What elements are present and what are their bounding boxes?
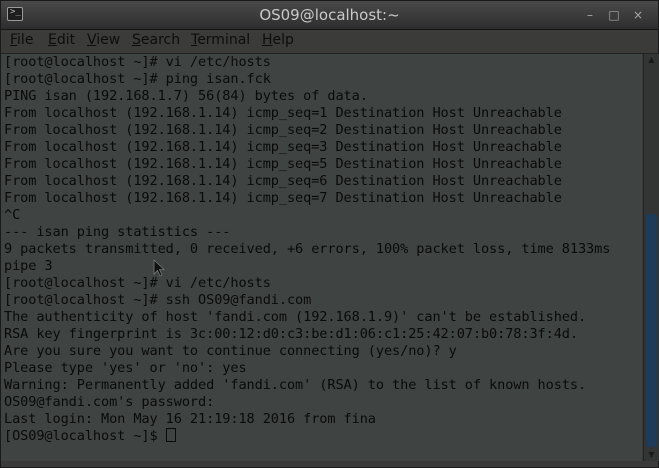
menu-terminal[interactable]: Terminal (191, 32, 250, 48)
terminal-line: From localhost (192.168.1.14) icmp_seq=5… (4, 156, 562, 172)
menu-search[interactable]: Search (132, 32, 180, 48)
terminal-output[interactable]: [root@localhost ~]# vi /etc/hosts [root@… (1, 54, 642, 461)
menu-search-label: earch (140, 32, 181, 48)
terminal-line: [root@localhost ~]# vi /etc/hosts (4, 275, 271, 291)
terminal-line: PING isan (192.168.1.7) 56(84) bytes of … (4, 88, 368, 104)
scroll-up-arrow-icon[interactable]: ▲ (644, 54, 659, 66)
terminal-line: From localhost (192.168.1.14) icmp_seq=3… (4, 139, 562, 155)
terminal-line: OS09@fandi.com's password: (4, 394, 215, 410)
terminal-line: From localhost (192.168.1.14) icmp_seq=1… (4, 105, 562, 121)
terminal-line: --- isan ping statistics --- (4, 224, 231, 240)
menu-help-accel: H (262, 32, 273, 48)
menu-file[interactable]: File (10, 32, 33, 48)
terminal-line: pipe 3 (4, 258, 53, 274)
terminal-line: [root@localhost ~]# ping isan.fck (4, 71, 271, 87)
menu-edit[interactable]: Edit (48, 32, 75, 48)
menu-file-accel: F (10, 32, 18, 48)
terminal-line: From localhost (192.168.1.14) icmp_seq=2… (4, 122, 562, 138)
terminal-line: 9 packets transmitted, 0 received, +6 er… (4, 241, 611, 257)
maximize-button[interactable]: □ (606, 7, 622, 23)
menu-file-label: ile (17, 32, 34, 48)
minimize-button[interactable]: – (582, 7, 598, 23)
menu-view-label: iew (96, 32, 121, 48)
menu-terminal-label: erminal (197, 32, 251, 48)
terminal-line: From localhost (192.168.1.14) icmp_seq=6… (4, 173, 562, 189)
terminal-line: The authenticity of host 'fandi.com (192… (4, 309, 587, 325)
menu-edit-accel: E (48, 32, 57, 48)
terminal-line: RSA key fingerprint is 3c:00:12:d0:c3:be… (4, 326, 578, 342)
menu-edit-label: dit (56, 32, 76, 48)
menu-help[interactable]: Help (262, 32, 294, 48)
menu-bar: File Edit View Search Terminal Help (1, 30, 658, 54)
terminal-line: Last login: Mon May 16 21:19:18 2016 fro… (4, 411, 376, 427)
terminal-line: ^C (4, 207, 21, 223)
terminal-line: Warning: Permanently added 'fandi.com' (… (4, 377, 587, 393)
terminal-prompt-line[interactable]: [OS09@localhost ~]$ (4, 428, 176, 445)
terminal-line: From localhost (192.168.1.14) icmp_seq=7… (4, 190, 562, 206)
close-button[interactable]: × (630, 7, 646, 23)
terminal-line: Are you sure you want to continue connec… (4, 343, 457, 359)
terminal-window: >_ OS09@localhost:~ – □ × File Edit View… (0, 0, 659, 468)
menu-search-accel: S (132, 32, 141, 48)
title-bar[interactable]: >_ OS09@localhost:~ – □ × (1, 1, 658, 30)
menu-view-accel: V (87, 32, 97, 48)
menu-help-label: elp (272, 32, 294, 48)
text-cursor (165, 428, 176, 442)
vertical-scrollbar[interactable]: ▲ ▼ (643, 54, 659, 461)
window-title: OS09@localhost:~ (259, 6, 400, 24)
terminal-line: Please type 'yes' or 'no': yes (4, 360, 247, 376)
scrollbar-thumb[interactable] (646, 214, 657, 447)
terminal-line: [root@localhost ~]# ssh OS09@fandi.com (4, 292, 312, 308)
terminal-line: [root@localhost ~]# vi /etc/hosts (4, 54, 271, 70)
mouse-pointer-icon (153, 259, 165, 277)
shell-prompt: [OS09@localhost ~]$ (4, 428, 166, 444)
menu-view[interactable]: View (87, 32, 120, 48)
scroll-down-arrow-icon[interactable]: ▼ (644, 449, 659, 461)
